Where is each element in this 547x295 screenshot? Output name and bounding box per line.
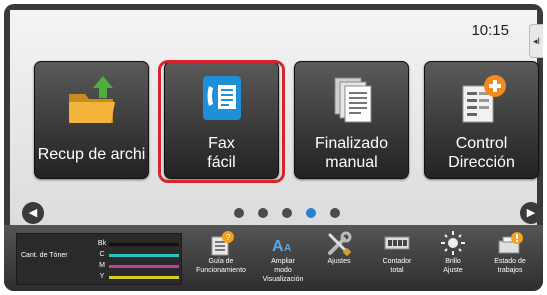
page-dot-active[interactable] (306, 208, 316, 218)
toner-letter: Y (99, 273, 105, 280)
brightness-adjust-button[interactable]: Brillo Ajuste (428, 229, 478, 289)
clock: 10:15 (471, 22, 509, 39)
selected-tile-highlight (158, 60, 285, 183)
toner-letter: M (99, 262, 105, 269)
operation-guide-button[interactable]: ? Guía de Funcionamiento (190, 229, 252, 289)
page-dot[interactable] (282, 208, 292, 218)
folder-icon (35, 72, 148, 130)
taskbar: Cant. de Tóner Bk C M Y ? Guía de Funcio… (4, 225, 543, 291)
address-book-plus-icon (425, 72, 538, 130)
page-dot[interactable] (234, 208, 244, 218)
tile-label: Recup de archi (37, 146, 146, 163)
previous-page-button[interactable]: ◀ (22, 202, 44, 224)
tile-label: Control Dirección (448, 135, 515, 171)
enlarge-text-icon: A A (254, 229, 312, 257)
task-label: Contador total (382, 258, 412, 274)
page-dot[interactable] (330, 208, 340, 218)
job-status-button[interactable]: Estado de trabajos (482, 229, 538, 289)
toner-bar-yellow (109, 276, 179, 279)
tile-label: Finalizado manual (315, 135, 388, 171)
tile-control-direccion[interactable]: Control Dirección (424, 61, 539, 179)
toner-bar-magenta (109, 265, 179, 268)
task-label: Ampliar modo Visualización (262, 258, 304, 283)
svg-text:A: A (272, 238, 284, 255)
settings-button[interactable]: Ajustes (314, 229, 364, 289)
svg-text:?: ? (226, 233, 231, 242)
guide-book-icon: ? (190, 229, 252, 257)
brightness-icon (428, 229, 478, 257)
home-screen: 10:15 ◂I Recup de archi Fax fácil Finali… (10, 10, 543, 225)
page-dot[interactable] (258, 208, 268, 218)
next-page-button[interactable]: ▶ (520, 202, 542, 224)
document-stack-icon (295, 72, 408, 130)
task-label: Estado de trabajos (494, 258, 526, 274)
tile-finalizado-manual[interactable]: Finalizado manual (294, 61, 409, 179)
touch-panel-bezel: 10:15 ◂I Recup de archi Fax fácil Finali… (4, 4, 543, 291)
tile-recup-de-archi[interactable]: Recup de archi (34, 61, 149, 179)
toner-letter: C (99, 251, 105, 258)
wrench-screwdriver-icon (314, 229, 364, 257)
toner-level-panel[interactable]: Cant. de Tóner Bk C M Y (16, 233, 182, 285)
counter-icon (372, 229, 422, 257)
side-panel-handle[interactable]: ◂I (529, 24, 543, 58)
task-label: Brillo Ajuste (443, 258, 463, 274)
job-status-icon (482, 229, 538, 257)
total-count-button[interactable]: Contador total (372, 229, 422, 289)
toner-letter: Bk (97, 240, 107, 247)
toner-title: Cant. de Tóner (21, 252, 68, 259)
toner-bar-black (109, 243, 179, 246)
task-label: Guía de Funcionamiento (196, 258, 246, 274)
toner-bar-cyan (109, 254, 179, 257)
svg-text:A: A (284, 243, 291, 254)
task-label: Ajustes (327, 258, 351, 265)
enlarge-display-button[interactable]: A A Ampliar modo Visualización (254, 229, 312, 289)
